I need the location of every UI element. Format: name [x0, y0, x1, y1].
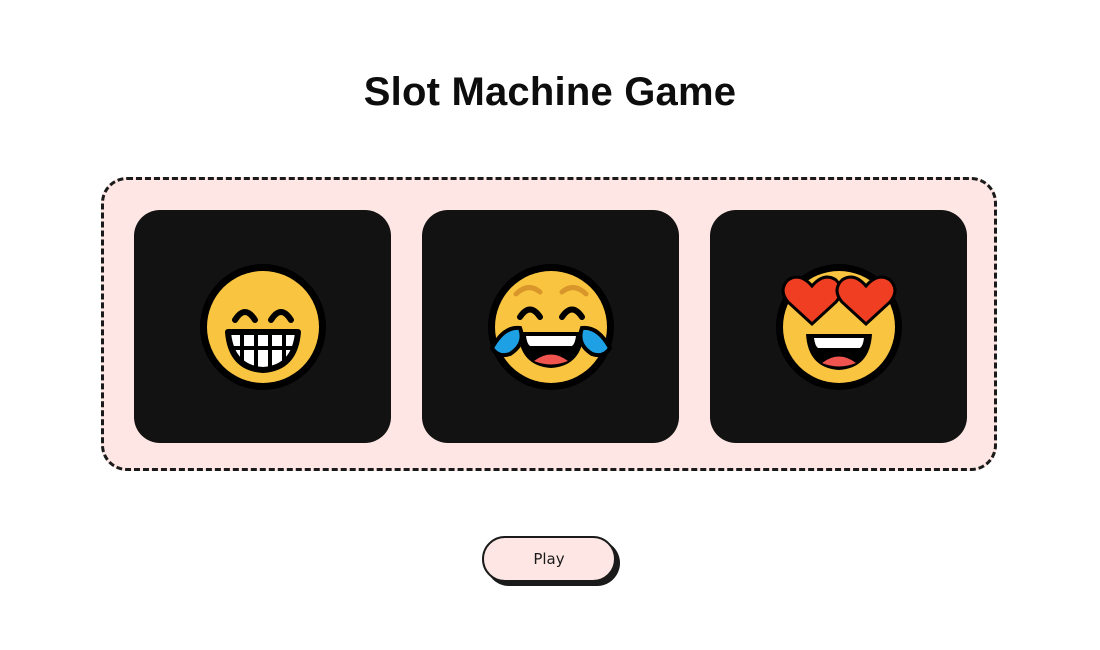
slot-machine-frame: [101, 177, 997, 471]
grinning-face-with-smiling-eyes-icon: [198, 262, 328, 392]
reel-1: [134, 210, 391, 443]
slot-machine-page: Slot Machine Game Play: [0, 0, 1100, 650]
smiling-face-with-heart-eyes-icon: [774, 262, 904, 392]
reel-3: [710, 210, 967, 443]
reel-2: [422, 210, 679, 443]
play-button[interactable]: Play: [482, 536, 616, 582]
face-with-tears-of-joy-icon: [486, 262, 616, 392]
page-title: Slot Machine Game: [363, 70, 737, 114]
